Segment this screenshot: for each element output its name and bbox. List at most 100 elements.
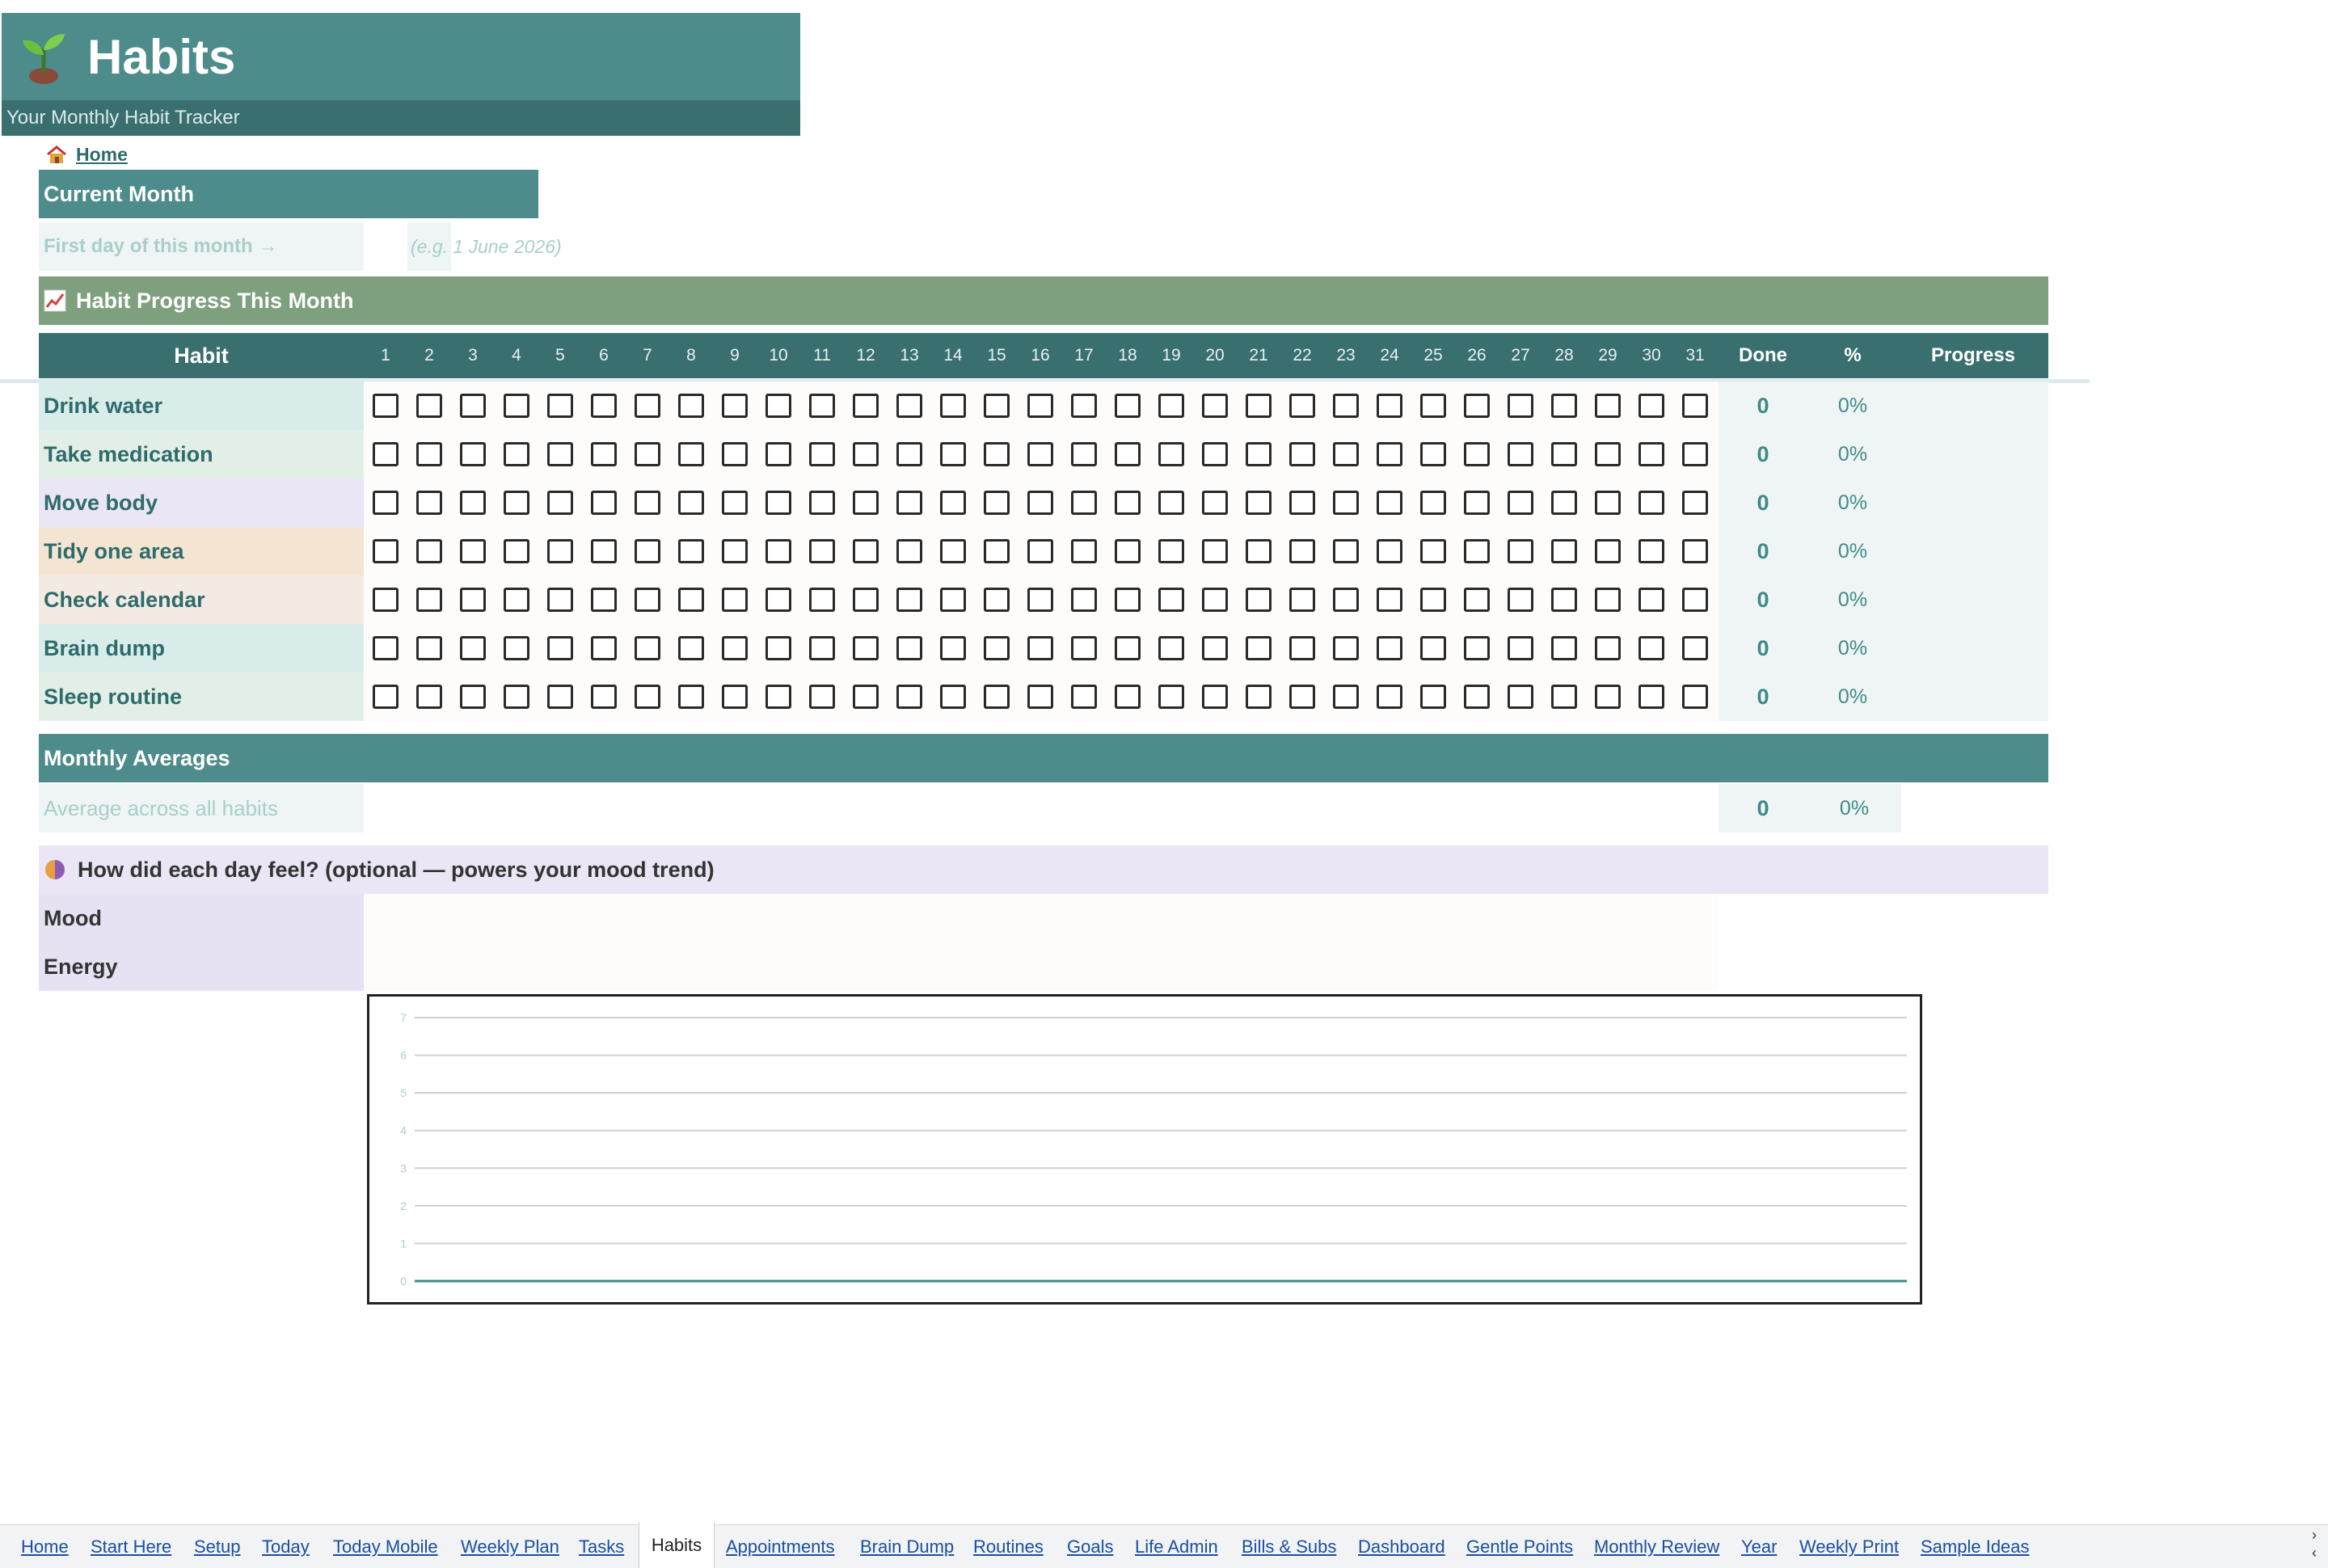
day-checkbox[interactable] [1682, 539, 1708, 563]
day-checkbox[interactable] [1377, 685, 1402, 709]
day-checkbox[interactable] [1246, 394, 1272, 418]
day-checkbox[interactable] [460, 636, 486, 660]
day-checkbox[interactable] [1115, 685, 1141, 709]
day-checkbox[interactable] [1027, 539, 1053, 563]
day-checkbox[interactable] [1202, 685, 1228, 709]
day-checkbox[interactable] [809, 685, 835, 709]
day-checkbox[interactable] [416, 394, 442, 418]
day-checkbox[interactable] [1551, 588, 1577, 612]
day-checkbox[interactable] [1246, 685, 1272, 709]
day-checkbox[interactable] [373, 685, 399, 709]
sheet-tab[interactable]: Monthly Review [1594, 1525, 1719, 1568]
day-checkbox[interactable] [1377, 491, 1402, 515]
day-checkbox[interactable] [678, 636, 704, 660]
day-checkbox[interactable] [1246, 442, 1272, 466]
day-checkbox[interactable] [1246, 636, 1272, 660]
day-checkbox[interactable] [1289, 588, 1315, 612]
day-checkbox[interactable] [1158, 539, 1184, 563]
day-checkbox[interactable] [1508, 491, 1533, 515]
day-checkbox[interactable] [809, 491, 835, 515]
day-checkbox[interactable] [1333, 394, 1359, 418]
day-checkbox[interactable] [1071, 636, 1097, 660]
day-checkbox[interactable] [1071, 394, 1097, 418]
day-checkbox[interactable] [1508, 588, 1533, 612]
sheet-tab[interactable]: Habits [639, 1522, 715, 1568]
day-checkbox[interactable] [809, 442, 835, 466]
day-checkbox[interactable] [765, 539, 791, 563]
day-checkbox[interactable] [635, 685, 660, 709]
day-checkbox[interactable] [1377, 394, 1402, 418]
day-checkbox[interactable] [591, 491, 617, 515]
day-checkbox[interactable] [1464, 491, 1490, 515]
day-checkbox[interactable] [1246, 491, 1272, 515]
day-checkbox[interactable] [416, 539, 442, 563]
day-checkbox[interactable] [896, 539, 922, 563]
day-checkbox[interactable] [984, 539, 1010, 563]
day-checkbox[interactable] [809, 636, 835, 660]
day-checkbox[interactable] [1420, 442, 1446, 466]
day-checkbox[interactable] [1158, 636, 1184, 660]
day-checkbox[interactable] [1551, 636, 1577, 660]
day-checkbox[interactable] [1464, 539, 1490, 563]
energy-row-cells[interactable] [364, 942, 1719, 991]
day-checkbox[interactable] [722, 394, 748, 418]
sheet-tab[interactable]: Routines [973, 1525, 1044, 1568]
day-checkbox[interactable] [809, 588, 835, 612]
day-checkbox[interactable] [1115, 539, 1141, 563]
day-checkbox[interactable] [373, 588, 399, 612]
sheet-tab[interactable]: Weekly Print [1799, 1525, 1899, 1568]
day-checkbox[interactable] [373, 539, 399, 563]
day-checkbox[interactable] [896, 588, 922, 612]
day-checkbox[interactable] [635, 394, 660, 418]
day-checkbox[interactable] [940, 685, 966, 709]
day-checkbox[interactable] [635, 588, 660, 612]
day-checkbox[interactable] [1115, 442, 1141, 466]
day-checkbox[interactable] [722, 636, 748, 660]
day-checkbox[interactable] [678, 442, 704, 466]
sheet-tab[interactable]: Setup [194, 1525, 241, 1568]
day-checkbox[interactable] [1595, 588, 1621, 612]
day-checkbox[interactable] [1289, 539, 1315, 563]
day-checkbox[interactable] [1115, 588, 1141, 612]
day-checkbox[interactable] [722, 442, 748, 466]
day-checkbox[interactable] [853, 442, 879, 466]
day-checkbox[interactable] [416, 491, 442, 515]
sheet-tab[interactable]: Brain Dump [860, 1525, 954, 1568]
day-checkbox[interactable] [460, 394, 486, 418]
day-checkbox[interactable] [460, 491, 486, 515]
day-checkbox[interactable] [591, 636, 617, 660]
day-checkbox[interactable] [460, 442, 486, 466]
day-checkbox[interactable] [1027, 394, 1053, 418]
sheet-tab[interactable]: Weekly Plan [461, 1525, 559, 1568]
day-checkbox[interactable] [1551, 491, 1577, 515]
sheet-tab[interactable]: Today Mobile [333, 1525, 438, 1568]
sheet-tab[interactable]: Appointments [726, 1525, 835, 1568]
day-checkbox[interactable] [591, 685, 617, 709]
day-checkbox[interactable] [1027, 491, 1053, 515]
day-checkbox[interactable] [1638, 685, 1664, 709]
day-checkbox[interactable] [1682, 685, 1708, 709]
day-checkbox[interactable] [1551, 394, 1577, 418]
day-checkbox[interactable] [635, 636, 660, 660]
day-checkbox[interactable] [1289, 636, 1315, 660]
day-checkbox[interactable] [416, 685, 442, 709]
day-checkbox[interactable] [1464, 636, 1490, 660]
day-checkbox[interactable] [460, 685, 486, 709]
day-checkbox[interactable] [1638, 394, 1664, 418]
day-checkbox[interactable] [504, 588, 529, 612]
day-checkbox[interactable] [809, 539, 835, 563]
day-checkbox[interactable] [1115, 636, 1141, 660]
tab-scroll-arrows[interactable]: › ‹ [2312, 1526, 2325, 1566]
sheet-tab[interactable]: Tasks [579, 1525, 624, 1568]
day-checkbox[interactable] [896, 394, 922, 418]
day-checkbox[interactable] [1508, 539, 1533, 563]
day-checkbox[interactable] [373, 491, 399, 515]
day-checkbox[interactable] [765, 685, 791, 709]
day-checkbox[interactable] [678, 394, 704, 418]
day-checkbox[interactable] [1464, 685, 1490, 709]
day-checkbox[interactable] [940, 394, 966, 418]
day-checkbox[interactable] [416, 588, 442, 612]
day-checkbox[interactable] [678, 539, 704, 563]
day-checkbox[interactable] [984, 394, 1010, 418]
day-checkbox[interactable] [678, 491, 704, 515]
